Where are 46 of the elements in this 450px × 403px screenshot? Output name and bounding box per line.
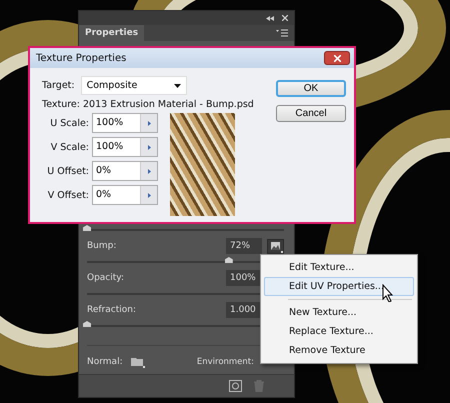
close-button[interactable]	[324, 51, 350, 65]
close-icon[interactable]	[282, 15, 288, 21]
input-field[interactable]: 0%	[92, 161, 158, 181]
right-triangle-icon	[148, 144, 150, 150]
input-field[interactable]: 100%	[92, 113, 158, 133]
value-field[interactable]: 72%	[226, 238, 262, 254]
stepper-button[interactable]	[140, 138, 157, 156]
field-label: U Offset:	[47, 166, 89, 176]
menu-item[interactable]: Replace Texture...	[264, 322, 414, 341]
field-label: U Scale:	[50, 118, 89, 128]
close-icon	[334, 54, 340, 62]
stepper-button[interactable]	[140, 162, 157, 180]
ok-button[interactable]: OK	[276, 80, 346, 97]
normal-label: Normal:	[87, 357, 123, 367]
input-field[interactable]: 0%	[92, 185, 158, 205]
right-triangle-icon	[148, 120, 150, 126]
cancel-button[interactable]: Cancel	[276, 105, 346, 122]
value-field[interactable]: 100%	[226, 270, 262, 286]
menu-item[interactable]: Edit UV Properties...	[264, 277, 414, 296]
field-label: V Offset:	[48, 190, 89, 200]
folder-icon[interactable]	[130, 356, 145, 368]
menu-item[interactable]: Edit Texture...	[264, 258, 414, 277]
value-field[interactable]: 1.000	[226, 302, 262, 318]
panel-menu-icon[interactable]	[276, 29, 288, 37]
menu-item[interactable]: New Texture...	[264, 303, 414, 322]
target-label: Target:	[42, 80, 75, 91]
stepper-button[interactable]	[140, 186, 157, 204]
right-triangle-icon	[148, 168, 150, 174]
slider-label: Bump:	[87, 241, 116, 251]
slider-label: Refraction:	[87, 305, 136, 315]
texture-filename: Texture: 2013 Extrusion Material - Bump.psd	[42, 99, 255, 110]
stepper-button[interactable]	[140, 114, 157, 132]
dialog-title: Texture Properties	[36, 52, 126, 64]
target-dropdown[interactable]: Composite	[80, 76, 187, 95]
texture-image-icon[interactable]	[267, 238, 284, 254]
environment-label: Environment:	[196, 357, 254, 367]
input-field[interactable]: 100%	[92, 137, 158, 157]
menu-item[interactable]: Remove Texture	[264, 341, 414, 360]
render-icon[interactable]	[229, 380, 242, 392]
right-triangle-icon	[148, 192, 150, 198]
caret-icon	[174, 84, 181, 88]
collapse-icon[interactable]	[266, 16, 274, 20]
field-label: V Scale:	[50, 142, 89, 152]
slider-label: Opacity:	[87, 273, 124, 283]
mouse-cursor-icon	[382, 284, 394, 302]
properties-tab[interactable]: Properties	[79, 25, 144, 41]
